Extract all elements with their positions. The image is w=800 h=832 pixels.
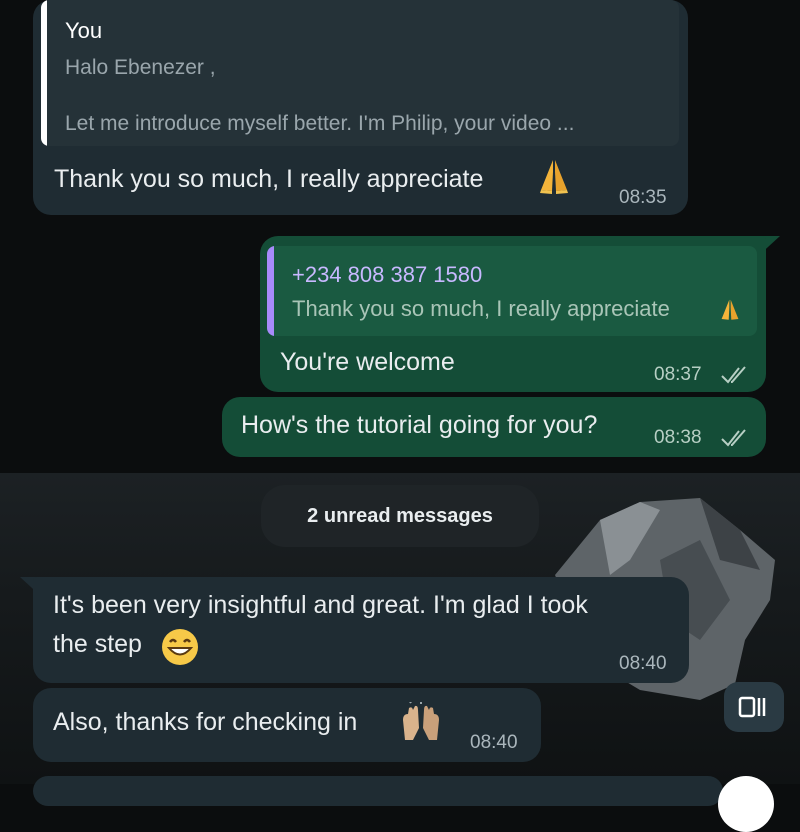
quote-text: Halo Ebenezer ,: [65, 56, 216, 79]
floating-button[interactable]: [718, 776, 774, 832]
quote-author: +234 808 387 1580: [292, 262, 483, 287]
message-time: 08:38: [654, 427, 702, 448]
message-time: 08:35: [619, 187, 667, 208]
message-text: How's the tutorial going for you?: [241, 411, 598, 439]
message-time: 08:40: [470, 732, 518, 753]
quote-bar: [267, 246, 274, 336]
quote-author: You: [65, 18, 103, 43]
message-text: It's been very insightful and great. I'm…: [53, 591, 588, 619]
quote-bar: [41, 0, 47, 146]
double-check-icon: [721, 429, 746, 447]
message-bubble-incoming[interactable]: It's been very insightful and great. I'm…: [33, 577, 689, 683]
quote-text: Let me introduce myself better. I'm Phil…: [65, 112, 575, 135]
message-time: 08:40: [619, 653, 667, 674]
scroll-button[interactable]: [724, 682, 784, 732]
raising-hands-icon: [403, 702, 439, 740]
double-check-icon: [721, 366, 746, 384]
message-text: You're welcome: [280, 348, 455, 376]
reply-quote[interactable]: You Halo Ebenezer , Let me introduce mys…: [41, 0, 679, 146]
folded-hands-icon: [721, 299, 739, 320]
grinning-face-icon: [162, 629, 198, 665]
message-bubble-outgoing[interactable]: +234 808 387 1580 Thank you so much, I r…: [260, 236, 766, 392]
message-bubble-incoming[interactable]: [33, 776, 723, 806]
reply-quote[interactable]: +234 808 387 1580 Thank you so much, I r…: [267, 246, 757, 336]
message-bubble-outgoing[interactable]: How's the tutorial going for you? 08:38: [222, 397, 766, 457]
folded-hands-icon: [540, 160, 568, 194]
scroll-button-icon: [738, 696, 766, 718]
message-bubble-incoming[interactable]: Also, thanks for checking in 08:40: [33, 688, 541, 762]
unread-messages-badge: 2 unread messages: [261, 485, 539, 547]
message-time: 08:37: [654, 364, 702, 385]
message-text: the step: [53, 630, 142, 658]
message-bubble-incoming[interactable]: You Halo Ebenezer , Let me introduce mys…: [33, 0, 688, 215]
message-text: Also, thanks for checking in: [53, 708, 358, 736]
quote-text: Thank you so much, I really appreciate: [292, 296, 670, 321]
message-text: Thank you so much, I really appreciate: [54, 165, 484, 193]
